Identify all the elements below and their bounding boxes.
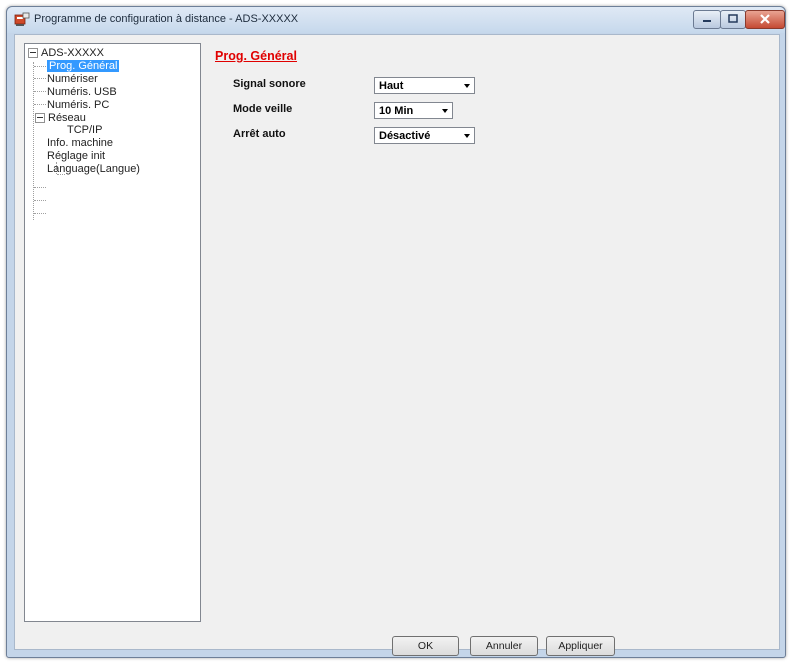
tree-item-tcp-ip[interactable]: TCP/IP: [67, 124, 102, 136]
signal-sonore-select[interactable]: Haut: [374, 77, 475, 94]
tree-item-numeris-usb[interactable]: Numéris. USB: [47, 86, 117, 98]
close-icon: [760, 14, 770, 24]
chevron-down-icon: [442, 109, 448, 113]
tree-connector: [33, 62, 34, 220]
mode-veille-label: Mode veille: [233, 103, 293, 115]
tree-connector: [34, 104, 46, 105]
collapse-icon[interactable]: [28, 48, 38, 59]
ok-button[interactable]: OK: [392, 636, 459, 656]
cancel-button[interactable]: Annuler: [470, 636, 538, 656]
mode-veille-select[interactable]: 10 Min: [374, 102, 453, 119]
settings-tree[interactable]: ADS-XXXXX Prog. Général Numériser Numéri…: [24, 43, 201, 622]
tree-connector: [34, 66, 46, 67]
tree-connector: [34, 187, 46, 188]
maximize-button[interactable]: [720, 10, 746, 29]
dialog-body: ADS-XXXXX Prog. Général Numériser Numéri…: [14, 34, 780, 656]
minimize-button[interactable]: [693, 10, 721, 29]
signal-sonore-label: Signal sonore: [233, 78, 306, 90]
tree-item-reglage-init[interactable]: Réglage init: [47, 150, 105, 162]
tree-root[interactable]: ADS-XXXXX: [28, 47, 104, 59]
tree-connector: [34, 213, 46, 214]
tree-item-prog-general[interactable]: Prog. Général: [47, 60, 120, 72]
section-title: Prog. Général: [215, 49, 297, 63]
tree-item-language[interactable]: Language(Langue): [47, 163, 140, 175]
tree-item-reseau[interactable]: Réseau: [35, 112, 86, 124]
chevron-down-icon: [464, 84, 470, 88]
arret-auto-select[interactable]: Désactivé: [374, 127, 475, 144]
tree-item-numeris-pc[interactable]: Numéris. PC: [47, 99, 109, 111]
arret-auto-label: Arrêt auto: [233, 128, 286, 140]
remote-setup-icon: [14, 12, 30, 27]
tree-connector: [34, 78, 46, 79]
chevron-down-icon: [464, 134, 470, 138]
close-button[interactable]: [745, 10, 785, 29]
window-title: Programme de configuration à distance - …: [34, 13, 299, 25]
maximize-icon: [728, 14, 738, 23]
title-bar[interactable]: Programme de configuration à distance - …: [7, 7, 785, 33]
tree-connector: [34, 91, 46, 92]
tree-item-info-machine[interactable]: Info. machine: [47, 137, 113, 149]
collapse-icon[interactable]: [35, 113, 45, 124]
apply-button[interactable]: Appliquer: [546, 636, 615, 656]
remote-setup-window: Programme de configuration à distance - …: [6, 6, 786, 658]
tree-connector: [34, 200, 46, 201]
minimize-icon: [703, 20, 711, 22]
tree-item-numeriser[interactable]: Numériser: [47, 73, 98, 85]
